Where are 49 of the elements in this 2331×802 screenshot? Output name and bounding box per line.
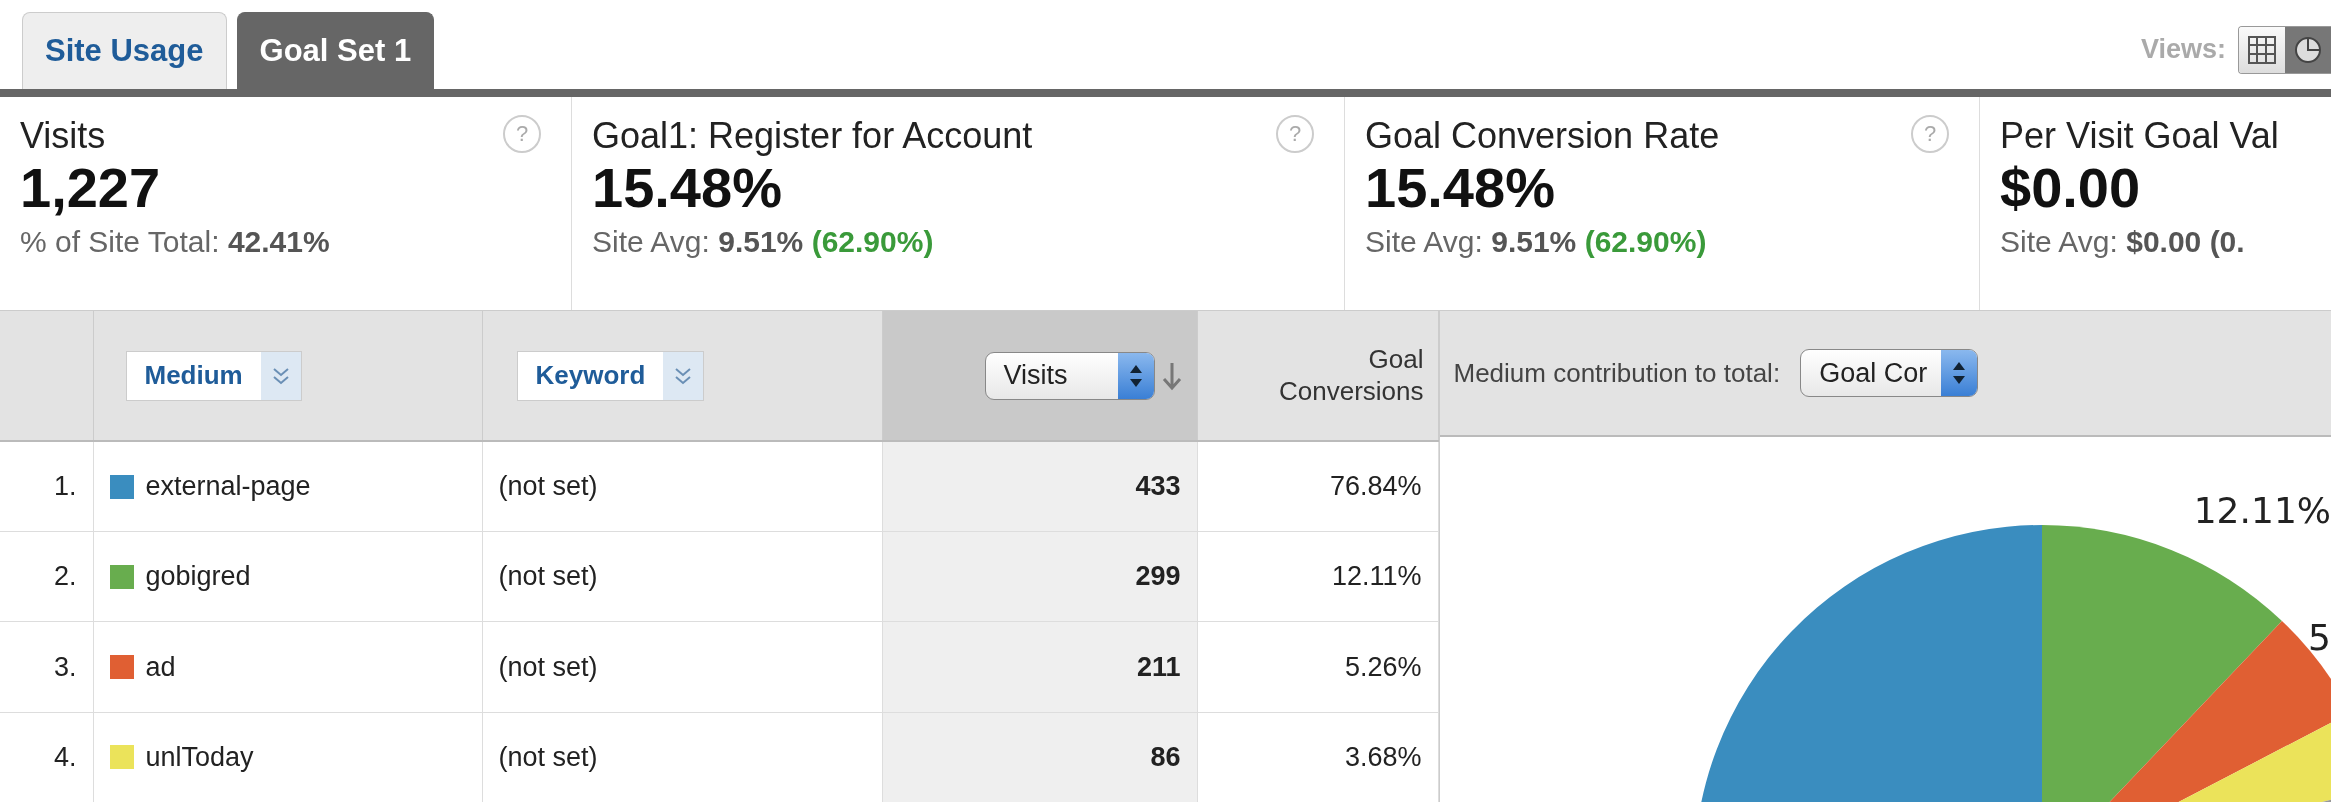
medium-name: ad xyxy=(145,651,176,683)
pie-chart-icon xyxy=(2293,34,2323,65)
stepper-arrows-icon xyxy=(1951,360,1968,386)
row-number: 1. xyxy=(0,441,93,532)
table-cell: 86 xyxy=(882,712,1197,802)
table-cell: (not set) xyxy=(482,531,882,622)
table-cell: 5.26% xyxy=(1197,621,1438,713)
table-cell: 433 xyxy=(882,441,1197,532)
metric-label: Goal1: Register for Account xyxy=(592,115,1033,157)
metric-select[interactable]: Visits xyxy=(984,351,1155,400)
metric-label: Visits xyxy=(20,115,106,157)
metric-value: 1,227 xyxy=(20,157,162,219)
contribution-label: Medium contribution to total: xyxy=(1453,357,1781,389)
metric-note: Site Avg: $0.00 (0. xyxy=(2000,224,2246,259)
table-cell: (not set) xyxy=(482,621,882,713)
medium-name: external-page xyxy=(145,471,311,503)
metric-note: Site Avg: 9.51% (62.90%) xyxy=(1365,224,1708,259)
tab[interactable]: Site Usage xyxy=(22,12,227,89)
metric-value: 15.48% xyxy=(1365,157,1556,219)
dimension-dropdown[interactable]: Medium xyxy=(125,350,302,401)
table-cell: (not set) xyxy=(482,441,882,532)
metric-select[interactable]: Goal Cor xyxy=(1800,349,1979,397)
dimension-dropdown[interactable]: Keyword xyxy=(516,350,705,401)
metric-note: Site Avg: 9.51% (62.90%) xyxy=(592,224,935,259)
row-number: 2. xyxy=(0,531,93,622)
row-number: 3. xyxy=(0,621,93,713)
table-view-button[interactable] xyxy=(2239,26,2285,73)
data-label: 12.11% xyxy=(2193,489,2331,531)
table-cell: 76.84% xyxy=(1197,441,1438,532)
sort-arrow-icon[interactable] xyxy=(1160,360,1183,391)
pie-view-button[interactable] xyxy=(2285,26,2331,73)
grid-icon xyxy=(2247,34,2277,65)
table-cell: 3.68% xyxy=(1197,712,1438,802)
column-header[interactable]: Goal Conversions xyxy=(1253,344,1424,407)
metric-value: $0.00 xyxy=(2000,157,2142,219)
tab[interactable]: Goal Set 1 xyxy=(236,12,435,89)
metric-value: 15.48% xyxy=(592,157,783,219)
views-label: Views: xyxy=(2140,34,2226,65)
medium-name: gobigred xyxy=(145,561,251,593)
medium-name: unlToday xyxy=(145,741,254,773)
data-label: 5 xyxy=(2307,616,2331,658)
metric-note: % of Site Total: 42.41% xyxy=(20,224,331,259)
row-number: 4. xyxy=(0,712,93,802)
table-cell: 12.11% xyxy=(1197,531,1438,622)
metric-label: Per Visit Goal Val xyxy=(2000,115,2279,157)
table-cell: (not set) xyxy=(482,712,882,802)
metric-label: Goal Conversion Rate xyxy=(1365,115,1720,157)
table-cell: 299 xyxy=(882,531,1197,622)
table-cell: 211 xyxy=(882,621,1197,713)
